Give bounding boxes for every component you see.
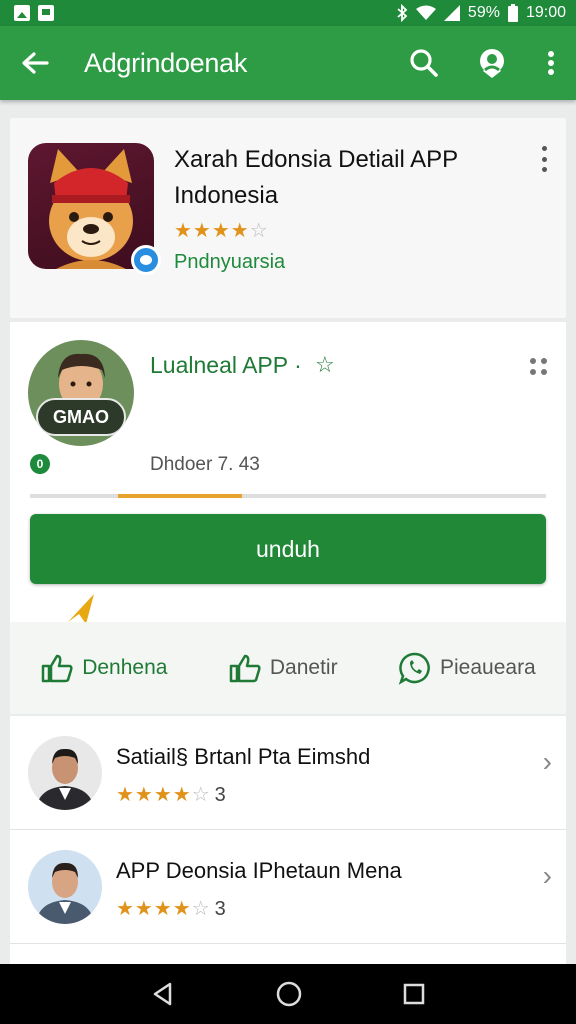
thumbs-up-outline-icon [229, 654, 261, 683]
action-share-label: Pieaueara [440, 656, 536, 679]
developer-name[interactable]: Pndnyuarsia [174, 251, 285, 274]
list-avatar [28, 736, 102, 810]
battery-icon [507, 4, 518, 22]
clock: 19:00 [525, 4, 566, 21]
app-header-card: Xarah Edonsia Detiail APP Indonesia ★★★★… [10, 118, 566, 318]
list-item-rating: ★★★★☆ 3 [116, 782, 226, 807]
rating-star-empty: ☆ [249, 220, 269, 242]
thumbs-up-icon [41, 654, 73, 683]
chevron-right-icon: › [542, 746, 552, 777]
status-bar: 59% 19:00 [0, 0, 576, 26]
more-options-button[interactable] [526, 26, 576, 100]
download-progress-fill [118, 494, 242, 498]
list-item[interactable]: APP Deonsia IPhetaun Mena ★★★★☆ 3 › [10, 830, 566, 944]
action-like-button[interactable]: Denhena [40, 653, 167, 683]
list-item[interactable]: Satiail§ Brtanl Pta Eimshd ★★★★☆ 3 › [10, 716, 566, 830]
chevron-right-icon: › [542, 860, 552, 891]
developer-avatar[interactable]: GMAO [28, 340, 134, 446]
action-share-button[interactable]: Pieaueara [398, 651, 536, 685]
nav-recents-icon[interactable] [402, 982, 426, 1006]
search-button[interactable] [390, 26, 458, 100]
image-notification-icon [14, 5, 30, 21]
rating-star-empty: ☆ [191, 898, 211, 920]
app-bar-title: Adgrindoenak [84, 47, 248, 78]
action-rate-label: Danetir [269, 656, 338, 679]
nav-home-icon[interactable] [275, 980, 303, 1008]
action-like-label: Denhena [82, 656, 168, 679]
search-icon [410, 49, 438, 77]
verified-badge-icon [131, 245, 161, 275]
action-rate-button[interactable]: Danetir [228, 653, 338, 683]
app-bar: Adgrindoenak [0, 26, 576, 100]
system-nav-bar [0, 964, 576, 1024]
download-button[interactable]: unduh [30, 514, 546, 584]
list-item-rating: ★★★★☆ 3 [116, 896, 226, 921]
whatsapp-icon [398, 652, 430, 685]
app-title: Xarah Edonsia Detiail APP Indonesia [174, 146, 458, 209]
favorite-star-icon[interactable]: ☆ [315, 352, 335, 378]
battery-percent: 59% [467, 4, 500, 21]
rating-stars-filled: ★★★★ [174, 220, 250, 242]
account-icon [480, 49, 504, 78]
list-item-title: Satiail§ Brtanl Pta Eimshd [116, 744, 371, 769]
wifi-icon [415, 5, 436, 20]
grid-menu-icon[interactable] [530, 358, 548, 376]
avatar-badge: GMAO [36, 398, 126, 436]
rating-star-empty: ☆ [191, 784, 211, 806]
account-button[interactable] [458, 26, 526, 100]
list-item-title: APP Deonsia IPhetaun Mena [116, 858, 402, 883]
related-apps-list: Satiail§ Brtanl Pta Eimshd ★★★★☆ 3 › APP … [10, 716, 566, 964]
more-vert-icon [548, 51, 554, 75]
signal-icon [443, 5, 460, 21]
rating-stars-filled: ★★★★ [116, 898, 192, 920]
nav-back-icon[interactable] [150, 981, 176, 1007]
rating-stars-filled: ★★★★ [116, 784, 192, 806]
back-arrow-icon [22, 52, 49, 74]
status-dot: 0 [30, 454, 50, 474]
card-more-button[interactable] [534, 146, 554, 172]
detail-card: GMAO Lualneal APP · ☆ 0 Dhdoer 7. 43 und… [10, 322, 566, 624]
message-notification-icon [38, 5, 54, 21]
detail-title: Lualneal APP · [150, 352, 302, 378]
action-row: Denhena Danetir Pieaueara [10, 622, 566, 714]
list-avatar [28, 850, 102, 924]
rating-count: 3 [214, 898, 226, 920]
rating-count: 3 [214, 784, 226, 806]
person-avatar-icon [36, 748, 94, 810]
person-avatar-icon [36, 862, 94, 924]
back-button[interactable] [0, 26, 70, 100]
download-info: Dhdoer 7. 43 [150, 454, 260, 475]
bluetooth-icon [397, 4, 408, 22]
app-rating: ★★★★☆ [174, 218, 269, 243]
download-progress-track [30, 494, 546, 498]
